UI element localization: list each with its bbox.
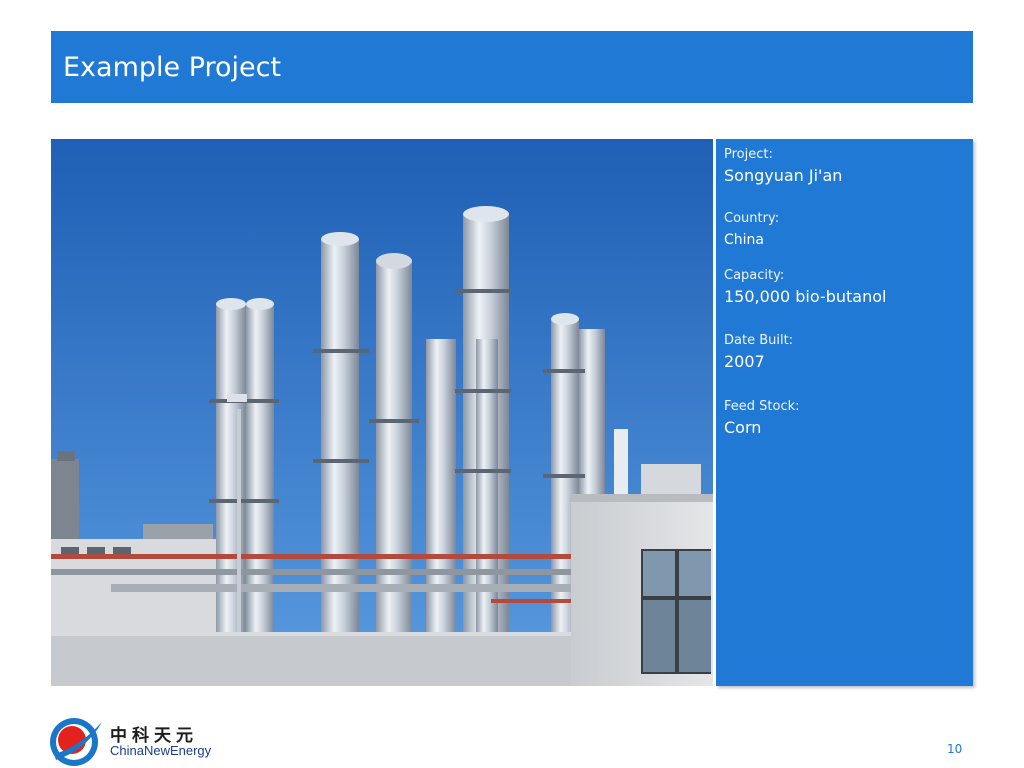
- date-built-label: Date Built:: [724, 333, 794, 348]
- capacity-value: 150,000 bio-butanol: [724, 287, 887, 306]
- country-field: Country: China: [724, 211, 779, 250]
- slide-title: Example Project: [63, 52, 282, 83]
- plant-photo: [51, 139, 713, 686]
- company-logo: 中科天元 ChinaNewEnergy: [48, 718, 248, 768]
- project-field: Project: Songyuan Ji'an: [724, 147, 842, 186]
- logo-globe-icon: [50, 718, 102, 766]
- date-built-field: Date Built: 2007: [724, 333, 793, 372]
- page-number: 10: [947, 742, 963, 756]
- country-value: China: [724, 232, 764, 248]
- capacity-label: Capacity:: [724, 268, 785, 283]
- project-info-panel: Project: Songyuan Ji'an Country: China C…: [716, 139, 973, 686]
- title-bar: Example Project: [51, 31, 973, 103]
- feed-stock-value: Corn: [724, 418, 762, 437]
- feed-stock-field: Feed Stock: Corn: [724, 399, 800, 438]
- project-label: Project:: [724, 147, 773, 162]
- date-built-value: 2007: [724, 352, 765, 371]
- capacity-field: Capacity: 150,000 bio-butanol: [724, 268, 886, 307]
- logo-english-name: ChinaNewEnergy: [110, 743, 212, 758]
- project-value: Songyuan Ji'an: [724, 166, 843, 185]
- distillation-plant-illustration: [51, 139, 713, 686]
- feed-stock-label: Feed Stock:: [724, 399, 800, 414]
- country-label: Country:: [724, 211, 780, 226]
